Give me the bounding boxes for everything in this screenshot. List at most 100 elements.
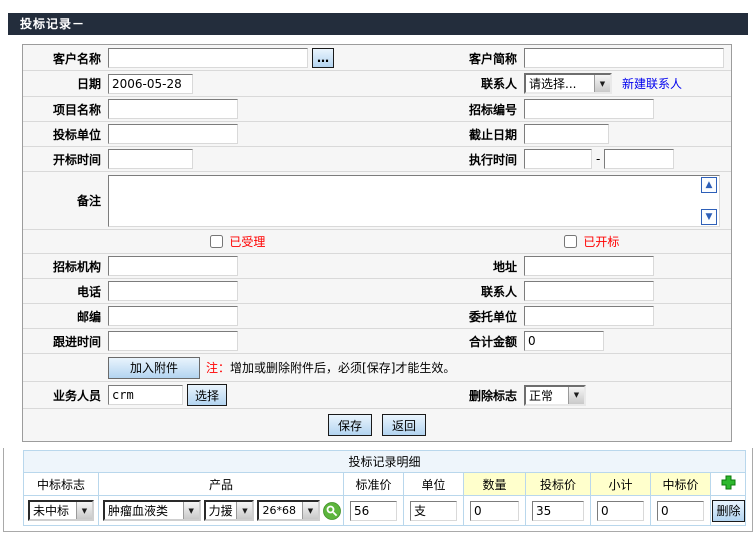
subtotal-input[interactable] [597,501,644,521]
agency-label: 招标机构 [23,258,108,275]
std-price-input[interactable] [350,501,397,521]
scroll-up-icon[interactable]: ▲ [701,177,717,193]
bid-number-input[interactable] [524,99,654,119]
delete-row-button[interactable]: 删除 [712,500,745,522]
chevron-down-icon: ▼ [302,502,318,519]
back-button[interactable]: 返回 [382,414,426,436]
project-name-label: 项目名称 [23,101,108,118]
entrust-label: 委托单位 [448,308,524,325]
new-contact-link[interactable]: 新建联系人 [622,75,682,92]
open-time-input[interactable] [108,149,193,169]
row-phone: 电话 联系人 [23,279,731,304]
col-win-price: 中标价 [651,473,711,496]
row-project: 项目名称 招标编号 [23,97,731,122]
accepted-checkbox[interactable] [210,235,223,248]
customer-short-label: 客户简称 [448,50,524,67]
row-date-contact: 日期 联系人 请选择... ▼ 新建联系人 [23,71,731,97]
bid-unit-input[interactable] [108,124,238,144]
col-unit: 单位 [404,473,464,496]
quantity-input[interactable] [470,501,519,521]
col-bid-price: 投标价 [526,473,591,496]
opened-checkbox[interactable] [564,235,577,248]
delete-flag-label: 删除标志 [448,387,524,404]
row-follow: 跟进时间 合计金额 [23,329,731,354]
row-attachment: 加入附件 注：增加或删除附件后，必须[保存]才能生效。 [23,354,731,382]
chevron-down-icon: ▼ [183,502,199,519]
remark-label: 备注 [23,192,108,209]
save-button[interactable]: 保存 [328,414,372,436]
phone-input[interactable] [108,281,238,301]
win-price-input[interactable] [657,501,704,521]
agency-input[interactable] [108,256,238,276]
col-add [711,473,746,496]
phone-label: 电话 [23,283,108,300]
win-flag-select[interactable]: 未中标 ▼ [28,500,94,521]
choose-staff-button[interactable]: 选择 [187,384,227,406]
delete-flag-select[interactable]: 正常 ▼ [524,385,586,406]
page-title: 投标记录－ [8,13,748,35]
add-row-button[interactable] [721,475,736,490]
exec-time-start-input[interactable] [524,149,592,169]
total-label: 合计金额 [448,333,524,350]
exec-time-separator: - [596,152,600,166]
postcode-label: 邮编 [23,308,108,325]
customer-name-input[interactable] [108,48,308,68]
product-category-select[interactable]: 肿瘤血液类 ▼ [103,500,201,521]
chevron-down-icon: ▼ [76,502,92,519]
follow-time-input[interactable] [108,331,238,351]
contact2-label: 联系人 [448,283,524,300]
col-win-flag: 中标标志 [24,473,99,496]
entrust-input[interactable] [524,306,654,326]
bid-detail-table: 投标记录明细 中标标志 产品 标准价 单位 数量 投标价 小计 中标价 未中标 [23,450,746,526]
product-spec-select[interactable]: 26*68 ▼ [257,500,320,521]
detail-table-title: 投标记录明细 [24,451,746,473]
address-label: 地址 [448,258,524,275]
project-name-input[interactable] [108,99,238,119]
postcode-input[interactable] [108,306,238,326]
contact2-input[interactable] [524,281,654,301]
chevron-down-icon: ▼ [236,502,252,519]
bid-price-input[interactable] [532,501,584,521]
bid-record-form: 客户名称 … 客户简称 日期 联系人 请选择... ▼ 新建联系人 项目名称 招… [22,44,732,442]
row-flags: 已受理 已开标 [23,230,731,254]
row-agency: 招标机构 地址 [23,254,731,279]
staff-label: 业务人员 [23,387,108,404]
contact-select[interactable]: 请选择... ▼ [524,73,612,94]
contact-label: 联系人 [448,75,524,92]
scroll-down-icon[interactable]: ▼ [701,209,717,225]
customer-name-label: 客户名称 [23,50,108,67]
open-time-label: 开标时间 [23,151,108,168]
unit-input[interactable] [410,501,457,521]
deadline-input[interactable] [524,124,609,144]
col-std-price: 标准价 [344,473,404,496]
chevron-down-icon: ▼ [568,387,584,404]
product-search-button[interactable] [323,502,341,520]
customer-short-input[interactable] [524,48,724,68]
row-remark: 备注 ▲ ▼ [23,172,731,230]
accepted-label: 已受理 [229,235,265,249]
exec-time-end-input[interactable] [604,149,674,169]
detail-section: 投标记录明细 中标标志 产品 标准价 单位 数量 投标价 小计 中标价 未中标 [3,448,753,532]
remark-scrollbar: ▲ ▼ [700,176,719,226]
col-quantity: 数量 [464,473,526,496]
staff-input[interactable] [108,385,183,405]
follow-time-label: 跟进时间 [23,333,108,350]
col-subtotal: 小计 [591,473,651,496]
row-postcode: 邮编 委托单位 [23,304,731,329]
col-product: 产品 [99,473,344,496]
browse-button[interactable]: … [312,48,334,68]
address-input[interactable] [524,256,654,276]
row-staff: 业务人员 选择 删除标志 正常 ▼ [23,382,731,409]
product-series-select[interactable]: 力援 ▼ [204,500,255,521]
total-input[interactable] [524,331,604,351]
row-bid-unit: 投标单位 截止日期 [23,122,731,147]
attachment-note: 注：增加或删除附件后，必须[保存]才能生效。 [206,359,455,376]
bid-unit-label: 投标单位 [23,126,108,143]
date-input[interactable] [108,74,193,94]
plus-icon [721,475,736,490]
row-customer: 客户名称 … 客户简称 [23,46,731,71]
add-attachment-button[interactable]: 加入附件 [108,357,200,379]
row-times: 开标时间 执行时间 - [23,147,731,172]
remark-textarea[interactable]: ▲ ▼ [108,175,720,227]
date-label: 日期 [23,75,108,92]
